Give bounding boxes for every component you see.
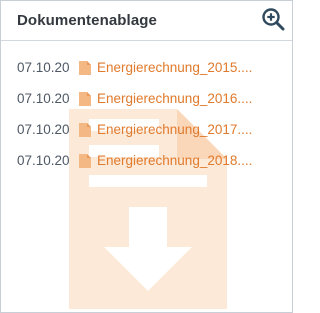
list-item: 07.10.20 Energierechnung_2015.... — [17, 59, 292, 76]
document-date: 07.10.20 — [17, 60, 70, 75]
document-link[interactable]: Energierechnung_2017.... — [97, 122, 252, 137]
file-icon — [79, 60, 91, 75]
document-panel: Dokumentenablage 07.10.20 Energierechnun… — [0, 0, 293, 313]
document-link[interactable]: Energierechnung_2015.... — [97, 60, 252, 75]
document-link[interactable]: Energierechnung_2018.... — [97, 153, 252, 168]
file-icon — [79, 153, 91, 168]
list-item: 07.10.20 Energierechnung_2016.... — [17, 90, 292, 107]
document-date: 07.10.20 — [17, 153, 70, 168]
zoom-in-button[interactable] — [260, 6, 286, 32]
document-date: 07.10.20 — [17, 122, 70, 137]
file-icon — [79, 91, 91, 106]
panel-header: Dokumentenablage — [1, 1, 292, 41]
zoom-in-icon — [262, 8, 285, 31]
panel-body: 07.10.20 Energierechnung_2015.... 07.10.… — [1, 41, 292, 312]
file-icon — [79, 122, 91, 137]
document-date: 07.10.20 — [17, 91, 70, 106]
panel-title: Dokumentenablage — [17, 12, 157, 29]
list-item: 07.10.20 Energierechnung_2018.... — [17, 152, 292, 169]
document-list: 07.10.20 Energierechnung_2015.... 07.10.… — [1, 41, 292, 169]
list-item: 07.10.20 Energierechnung_2017.... — [17, 121, 292, 138]
document-link[interactable]: Energierechnung_2016.... — [97, 91, 252, 106]
